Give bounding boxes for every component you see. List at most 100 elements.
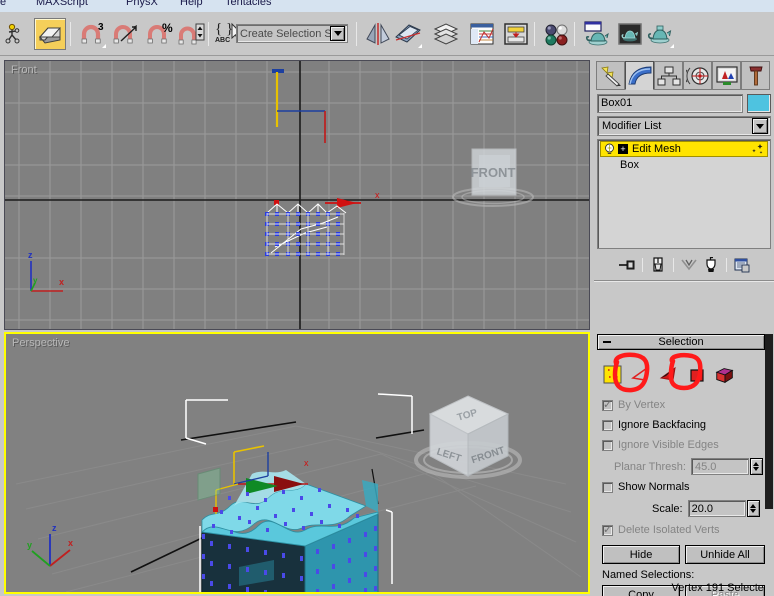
layer-manager-button[interactable] <box>430 18 462 50</box>
show-end-result-button[interactable] <box>648 256 668 274</box>
remove-modifier-button[interactable] <box>701 256 721 274</box>
stack-item-box[interactable]: Box <box>598 157 770 173</box>
chevron-down-icon[interactable] <box>752 118 768 134</box>
delete-isolated-verts-checkbox[interactable] <box>602 523 613 536</box>
tab-utilities[interactable] <box>741 61 770 90</box>
perspective-axis-tripod: z x y <box>27 523 73 567</box>
command-panel: Box01 Modifier List + Edit Mesh Box Sele… <box>594 58 774 596</box>
select-and-link-button[interactable] <box>2 18 34 50</box>
spinner-down-icon[interactable] <box>753 467 760 471</box>
scale-row[interactable]: Scale: 20.0 <box>652 500 760 517</box>
menu-item-maxscript[interactable]: MAXScript <box>36 0 88 8</box>
viewport-perspective-label[interactable]: Perspective <box>12 337 69 349</box>
front-axis-y-label: y <box>33 276 38 285</box>
command-panel-scrollbar-thumb[interactable] <box>765 334 773 509</box>
curve-editor-button[interactable] <box>466 18 498 50</box>
tab-motion[interactable] <box>683 61 712 90</box>
render-production-button[interactable] <box>644 18 676 50</box>
menu-item-tentacles[interactable]: Tentacles <box>225 0 271 8</box>
sub-object-edge-button[interactable] <box>630 364 652 386</box>
tab-create[interactable] <box>596 61 625 90</box>
modifier-stack[interactable]: + Edit Mesh Box <box>597 139 771 249</box>
viewport-perspective[interactable]: x TOP LEFT FRONT z x y Perspective <box>4 332 590 594</box>
object-color-swatch[interactable] <box>747 94 771 113</box>
spinner-up-icon[interactable] <box>753 462 760 466</box>
planar-thresh-field[interactable]: 45.0 <box>690 458 749 475</box>
chevron-down-icon[interactable] <box>330 26 345 41</box>
stack-toolbar-separator-3 <box>725 258 727 272</box>
command-panel-scrollbar[interactable] <box>765 334 773 596</box>
unhide-all-button[interactable]: Unhide All <box>685 545 765 564</box>
svg-text:3: 3 <box>98 22 104 33</box>
selection-rollout-header[interactable]: Selection <box>597 334 765 350</box>
face-icon <box>659 366 676 381</box>
configure-modifier-sets-button[interactable] <box>732 256 752 274</box>
display-monitor-icon <box>715 65 738 85</box>
snaps-toggle-button[interactable] <box>34 18 66 50</box>
angle-snap-button[interactable] <box>110 18 142 50</box>
show-normals-checkbox[interactable] <box>602 481 613 493</box>
align-button[interactable] <box>392 18 424 50</box>
tab-modify[interactable] <box>625 61 654 90</box>
delete-isolated-verts-row[interactable]: Delete Isolated Verts <box>602 523 720 536</box>
percent-snap-button[interactable]: % <box>144 18 176 50</box>
front-viewcube[interactable]: FRONT <box>443 141 543 213</box>
spinner-up-icon[interactable] <box>750 504 757 508</box>
expand-plus-icon[interactable]: + <box>618 144 628 154</box>
render-setup-button[interactable] <box>580 18 612 50</box>
sub-object-polygon-button[interactable] <box>686 364 708 386</box>
scale-field[interactable]: 20.0 <box>687 500 746 517</box>
menu-item-help[interactable]: Help <box>180 0 203 8</box>
ignore-backfacing-label: Ignore Backfacing <box>618 419 707 431</box>
sub-object-face-button[interactable] <box>658 364 680 386</box>
mirror-button[interactable] <box>362 18 394 50</box>
perspective-viewcube[interactable]: TOP LEFT FRONT <box>404 384 532 494</box>
planar-thresh-spinner[interactable] <box>749 458 763 475</box>
menu-item-e[interactable]: e <box>0 0 6 8</box>
element-icon <box>715 368 734 384</box>
ignore-visible-edges-checkbox[interactable] <box>602 439 613 451</box>
svg-text:%: % <box>162 21 173 35</box>
snap-3d-button[interactable]: 3 <box>76 18 108 50</box>
hammer-icon <box>748 66 763 85</box>
scale-spinner[interactable] <box>746 500 760 517</box>
viewport-front-label[interactable]: Front <box>11 64 37 76</box>
spinner-down-icon[interactable] <box>750 509 757 513</box>
ignore-backfacing-checkbox[interactable] <box>602 419 613 431</box>
hide-button[interactable]: Hide <box>602 545 680 564</box>
create-selection-set-dropdown[interactable]: Create Selection Set <box>236 24 348 43</box>
show-normals-row[interactable]: Show Normals <box>602 481 690 493</box>
by-vertex-label: By Vertex <box>618 399 666 411</box>
copy-button[interactable]: Copy <box>602 585 680 596</box>
viewport-front[interactable]: x FRONT z x y Front <box>4 60 590 330</box>
sub-object-vertex-button[interactable] <box>602 364 624 386</box>
pin-stack-button[interactable] <box>617 256 637 274</box>
collapse-minus-icon[interactable] <box>603 341 611 343</box>
stack-sparkle-icon <box>752 144 763 154</box>
viewport-front-canvas[interactable]: x FRONT z x y Front <box>5 61 589 329</box>
toolbar-separator-2 <box>208 22 209 46</box>
tab-display[interactable] <box>712 61 741 90</box>
modifier-list-dropdown[interactable]: Modifier List <box>597 116 771 136</box>
stack-item-edit-mesh[interactable]: + Edit Mesh <box>600 141 768 157</box>
schematic-view-button[interactable] <box>500 18 532 50</box>
viewport-perspective-canvas[interactable]: x TOP LEFT FRONT z x y Perspective <box>6 334 588 592</box>
front-viewcube-face-front[interactable]: FRONT <box>471 165 516 180</box>
by-vertex-row[interactable]: By Vertex <box>602 398 666 411</box>
planar-thresh-row[interactable]: Planar Thresh: 45.0 <box>614 458 763 475</box>
spinner-snap-button[interactable] <box>176 18 208 50</box>
object-name-field[interactable]: Box01 <box>597 94 743 113</box>
menu-item-physx[interactable]: PhysX <box>126 0 158 8</box>
tab-hierarchy[interactable] <box>654 61 683 90</box>
curve-modify-icon <box>627 66 651 84</box>
ignore-backfacing-row[interactable]: Ignore Backfacing <box>602 419 706 431</box>
material-editor-button[interactable] <box>540 18 572 50</box>
ignore-visible-edges-row[interactable]: Ignore Visible Edges <box>602 439 719 451</box>
light-bulb-icon[interactable] <box>603 143 616 156</box>
make-unique-button[interactable] <box>679 256 699 274</box>
sub-object-element-button[interactable] <box>714 364 736 386</box>
rendered-frame-window-button[interactable] <box>614 18 646 50</box>
snaps-toggle-icon <box>38 27 62 44</box>
by-vertex-checkbox[interactable] <box>602 398 613 411</box>
hierarchy-icon <box>657 66 680 85</box>
